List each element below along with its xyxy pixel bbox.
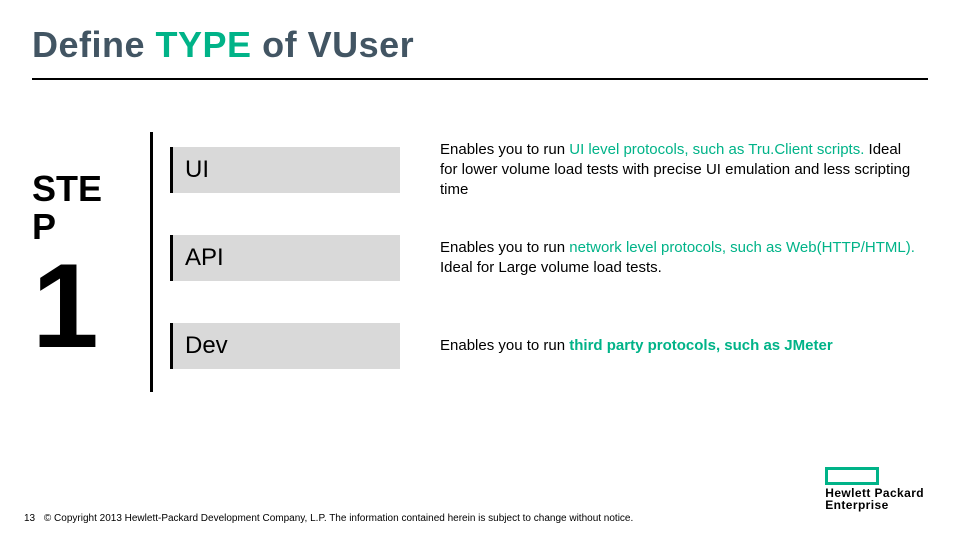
page-number: 13 xyxy=(24,513,35,524)
step-number: 1 xyxy=(32,252,132,360)
desc-api: Enables you to run network level protoco… xyxy=(440,238,920,279)
hpe-logo-mark xyxy=(825,467,879,485)
vuser-type-row-dev: Dev Enables you to run third party proto… xyxy=(170,316,920,376)
desc-dev-accent: third party protocols, such as JMeter xyxy=(569,337,832,354)
desc-api-post: Ideal for Large volume load tests. xyxy=(440,259,662,276)
step-column: STE P 1 xyxy=(32,170,132,360)
desc-ui-pre: Enables you to run xyxy=(440,141,569,158)
vuser-type-row-ui: UI Enables you to run UI level protocols… xyxy=(170,140,920,200)
desc-dev-pre: Enables you to run xyxy=(440,337,569,354)
title-word-2: TYPE xyxy=(156,24,252,65)
title-word-3: of xyxy=(262,24,297,65)
desc-api-pre: Enables you to run xyxy=(440,239,569,256)
vertical-divider xyxy=(150,132,153,392)
copyright: © Copyright 2013 Hewlett-Packard Develop… xyxy=(44,513,633,524)
desc-api-accent: network level protocols, such as Web(HTT… xyxy=(569,239,915,256)
hpe-logo: Hewlett Packard Enterprise xyxy=(825,467,924,512)
desc-ui: Enables you to run UI level protocols, s… xyxy=(440,140,920,201)
desc-dev: Enables you to run third party protocols… xyxy=(440,336,920,356)
vuser-type-row-api: API Enables you to run network level pro… xyxy=(170,228,920,288)
title-word-1: Define xyxy=(32,24,145,65)
logo-line2: Enterprise xyxy=(825,498,888,512)
step-label-line1: STE xyxy=(32,168,102,209)
badge-label: UI xyxy=(185,156,209,184)
badge-dev: Dev xyxy=(170,323,400,369)
badge-label: API xyxy=(185,244,224,272)
badge-api: API xyxy=(170,235,400,281)
badge-label: Dev xyxy=(185,332,228,360)
slide-title: Define TYPE of VUser xyxy=(32,24,928,72)
title-bar: Define TYPE of VUser xyxy=(32,24,928,80)
footer: 13 © Copyright 2013 Hewlett-Packard Deve… xyxy=(24,513,633,524)
title-word-4: VUser xyxy=(308,24,415,65)
step-label: STE P xyxy=(32,170,132,246)
slide: Define TYPE of VUser STE P 1 UI Enables … xyxy=(0,0,960,540)
desc-ui-accent: UI level protocols, such as Tru.Client s… xyxy=(569,141,864,158)
badge-ui: UI xyxy=(170,147,400,193)
hpe-logo-text: Hewlett Packard Enterprise xyxy=(825,487,924,512)
